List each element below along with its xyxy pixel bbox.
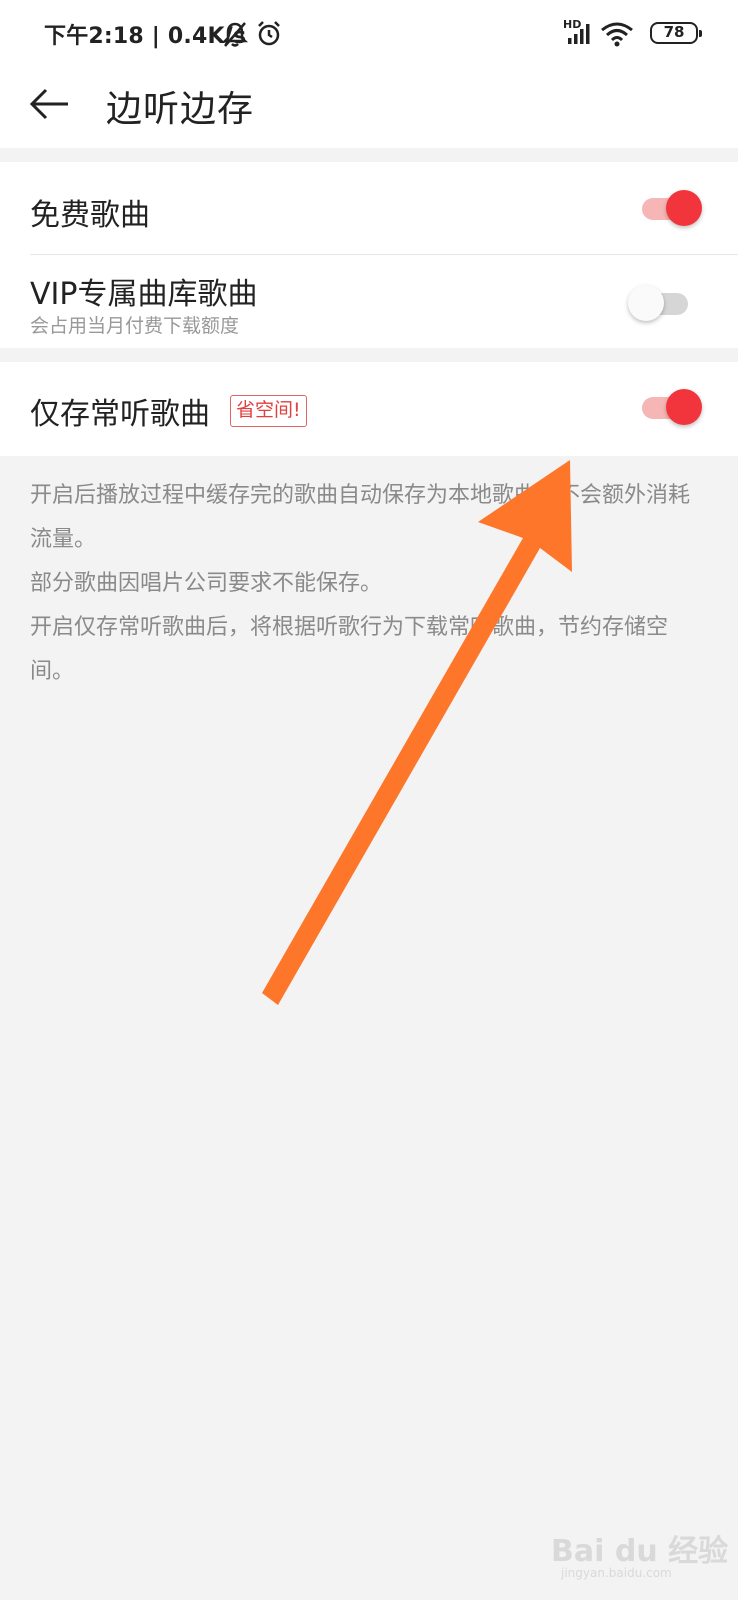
arrow-left-icon [29, 88, 68, 120]
feature-description: 开启后播放过程中缓存完的歌曲自动保存为本地歌曲，不会额外消耗流量。 部分歌曲因唱… [30, 474, 706, 694]
watermark-logo: Bai du 经验 [551, 1534, 729, 1569]
status-bar: 下午2:18 | 0.4K/s HD 78 [0, 0, 738, 64]
download-options-card: 免费歌曲 VIP专属曲库歌曲 会占用当月付费下载额度 [0, 162, 738, 348]
vip-songs-label: VIP专属曲库歌曲 [30, 277, 258, 312]
cell-signal-icon [568, 24, 590, 44]
free-songs-row[interactable]: 免费歌曲 [0, 162, 738, 254]
vip-songs-row[interactable]: VIP专属曲库歌曲 会占用当月付费下载额度 [0, 255, 738, 348]
page-title: 边听边存 [106, 89, 255, 130]
free-songs-label: 免费歌曲 [30, 198, 150, 233]
frequent-songs-toggle[interactable] [642, 387, 702, 427]
toggle-thumb [628, 285, 664, 321]
vip-songs-toggle[interactable] [628, 283, 688, 323]
back-button[interactable] [26, 84, 76, 128]
toggle-thumb [666, 190, 702, 226]
description-line-1: 开启后播放过程中缓存完的歌曲自动保存为本地歌曲，不会额外消耗流量。 [30, 483, 691, 552]
free-songs-toggle[interactable] [642, 188, 702, 228]
bell-muted-icon [222, 22, 248, 47]
battery-icon: 78 [650, 22, 702, 44]
vip-songs-sublabel: 会占用当月付费下载额度 [30, 315, 240, 337]
alarm-clock-icon [258, 21, 280, 46]
frequent-songs-card: 仅存常听歌曲 省空间! [0, 362, 738, 456]
wifi-icon [601, 22, 633, 47]
frequent-songs-label: 仅存常听歌曲 [30, 397, 210, 432]
watermark-url: jingyan.baidu.com [561, 1566, 672, 1580]
frequent-songs-row[interactable]: 仅存常听歌曲 省空间! [0, 362, 738, 456]
status-icons: HD [0, 18, 738, 48]
baidu-watermark: Bai du 经验 jingyan.baidu.com [551, 1526, 731, 1588]
app-header: 边听边存 [0, 64, 738, 148]
description-line-3: 开启仅存常听歌曲后，将根据听歌行为下载常听歌曲，节约存储空间。 [30, 615, 669, 684]
description-line-2: 部分歌曲因唱片公司要求不能保存。 [30, 571, 383, 596]
save-space-badge: 省空间! [230, 395, 307, 427]
toggle-thumb [666, 389, 702, 425]
